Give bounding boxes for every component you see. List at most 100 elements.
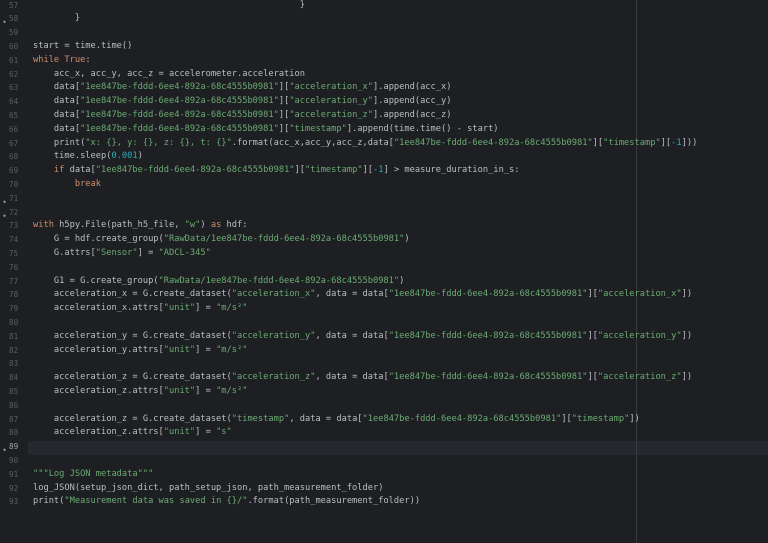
code-token: log_JSON(setup_json_dict, path_setup_jso…: [33, 482, 384, 493]
code-token: ): [399, 275, 405, 286]
code-token: G = hdf.create_group(: [33, 234, 164, 245]
code-line[interactable]: time.sleep(0.001): [33, 150, 143, 164]
code-token: ][: [561, 413, 572, 424]
code-line[interactable]: acceleration_y.attrs["unit"] = "m/s²": [33, 344, 248, 358]
code-line[interactable]: acceleration_z = G.create_dataset("accel…: [33, 371, 692, 385]
line-number[interactable]: 80: [0, 316, 31, 330]
code-line[interactable]: G = hdf.create_group("RawData/1ee847be-f…: [33, 233, 410, 247]
fold-marker-icon[interactable]: ◆: [3, 199, 8, 205]
line-number[interactable]: 79: [0, 302, 31, 316]
code-line[interactable]: acceleration_z = G.create_dataset( "times…: [33, 413, 640, 427]
code-token: ): [200, 220, 211, 231]
line-number[interactable]: 88: [0, 426, 31, 440]
code-token: ].append(time.time() - start): [346, 123, 499, 134]
line-number[interactable]: 85: [0, 385, 31, 399]
line-number[interactable]: 60: [0, 40, 31, 54]
code-line[interactable]: print("Measurement data was saved in {}/…: [33, 495, 420, 509]
code-editor[interactable]: 57 58 ◆ 59 60 61 62 63 64 65 66 67 68 69 70 71 ◆ 72 ◆ 73 74 7…: [0, 0, 768, 543]
line-number[interactable]: 66: [0, 123, 31, 137]
keyword-token: True: [64, 54, 86, 65]
line-number[interactable]: 91: [0, 468, 31, 482]
line-number[interactable]: 68: [0, 150, 31, 164]
string-token: "1ee847be-fddd-6ee4-892a-68c4555b0981": [80, 109, 279, 120]
number-token: -1: [373, 165, 384, 176]
code-line[interactable]: acceleration_x.attrs["unit"] = "m/s²": [33, 302, 248, 316]
string-token: "RawData/1ee847be-fddd-6ee4-892a-68c4555…: [163, 234, 405, 245]
line-number[interactable]: 92: [0, 482, 31, 496]
line-number-gutter[interactable]: 57 58 ◆ 59 60 61 62 63 64 65 66 67 68 69 70 71 ◆ 72 ◆ 73 74 7…: [0, 0, 28, 543]
code-line[interactable]: acc_x, acc_y, acc_z = accelerometer.acce…: [33, 68, 305, 82]
string-token: "acceleration_x": [289, 82, 373, 93]
code-token: ][: [278, 109, 290, 120]
keyword-token: if: [53, 165, 65, 176]
code-token: ] =: [195, 344, 217, 355]
line-number[interactable]: 69: [0, 164, 31, 178]
fold-marker-icon[interactable]: ◆: [3, 19, 8, 25]
line-number[interactable]: 76: [0, 261, 31, 275]
line-number[interactable]: 90: [0, 454, 31, 468]
line-number[interactable]: 81: [0, 330, 31, 344]
code-line[interactable]: data["1ee847be-fddd-6ee4-892a-68c4555b09…: [33, 123, 499, 137]
line-number[interactable]: 62: [0, 68, 31, 82]
line-number[interactable]: 78: [0, 288, 31, 302]
code-line[interactable]: G.attrs["Sensor"] = "ADCL-345": [33, 247, 211, 261]
code-line[interactable]: while True:: [33, 54, 91, 68]
keyword-token: break: [74, 178, 101, 189]
line-number[interactable]: 87: [0, 413, 31, 427]
string-token: "Sensor": [95, 247, 138, 258]
code-token: data[: [33, 109, 81, 120]
line-number[interactable]: 84: [0, 371, 31, 385]
line-number[interactable]: 82: [0, 344, 31, 358]
code-line[interactable]: data["1ee847be-fddd-6ee4-892a-68c4555b09…: [33, 95, 452, 109]
code-area[interactable]: } } start = time.time() while True: acc_x,…: [33, 0, 768, 543]
fold-marker-icon[interactable]: ◆: [3, 447, 8, 453]
code-line[interactable]: data["1ee847be-fddd-6ee4-892a-68c4555b09…: [33, 109, 452, 123]
code-line[interactable]: if data["1ee847be-fddd-6ee4-892a-68c4555…: [33, 164, 520, 178]
line-number[interactable]: 73: [0, 219, 31, 233]
code-line[interactable]: acceleration_z.attrs["unit"] = "m/s²": [33, 385, 248, 399]
code-line[interactable]: data["1ee847be-fddd-6ee4-892a-68c4555b09…: [33, 81, 452, 95]
code-line[interactable]: break: [33, 178, 101, 192]
code-token: ][: [587, 330, 598, 341]
code-token: ] > measure_duration_in_s:: [383, 165, 520, 176]
code-token: hdf:: [221, 220, 248, 231]
line-number[interactable]: 67: [0, 137, 31, 151]
code-line[interactable]: }: [33, 12, 80, 26]
line-number[interactable]: 77: [0, 275, 31, 289]
fold-marker-icon[interactable]: ◆: [3, 213, 8, 219]
line-number[interactable]: 57: [0, 0, 31, 12]
line-number[interactable]: 61: [0, 54, 31, 68]
code-line[interactable]: with h5py.File(path_h5_file, "w") as hdf…: [33, 219, 247, 233]
string-token: "acceleration_z": [597, 372, 682, 383]
line-number[interactable]: 65: [0, 109, 31, 123]
code-line[interactable]: acceleration_y = G.create_dataset("accel…: [33, 330, 692, 344]
code-line[interactable]: acceleration_x = G.create_dataset("accel…: [33, 288, 692, 302]
line-number[interactable]: 64: [0, 95, 31, 109]
code-line[interactable]: """Log JSON metadata""": [33, 468, 153, 482]
line-number[interactable]: 74: [0, 233, 31, 247]
code-line[interactable]: start = time.time(): [33, 40, 132, 54]
line-number[interactable]: 59: [0, 26, 31, 40]
string-token: "timestamp": [571, 413, 630, 424]
code-token: print(: [33, 137, 86, 148]
code-line[interactable]: }: [33, 0, 305, 12]
code-line[interactable]: G1 = G.create_group("RawData/1ee847be-fd…: [33, 275, 404, 289]
line-number[interactable]: 86: [0, 399, 31, 413]
code-token: , data = data[: [315, 289, 389, 300]
line-number[interactable]: 93: [0, 495, 31, 509]
code-line[interactable]: acceleration_z.attrs["unit"] = "s": [33, 426, 232, 440]
code-token: ])): [681, 137, 698, 148]
line-number[interactable]: 75: [0, 247, 31, 261]
code-line[interactable]: print("x: {}, y: {}, z: {}, t: {}".forma…: [33, 137, 697, 151]
string-token: "m/s²": [216, 385, 248, 396]
code-token: .format(acc_x,acc_y,acc_z,data[: [231, 137, 394, 148]
code-line[interactable]: log_JSON(setup_json_dict, path_setup_jso…: [33, 482, 383, 496]
line-number[interactable]: 83: [0, 357, 31, 371]
line-number[interactable]: 70: [0, 178, 31, 192]
line-number[interactable]: 63: [0, 81, 31, 95]
keyword-token: while: [33, 54, 60, 65]
code-token: acceleration_z = G.create_dataset(: [33, 413, 232, 424]
code-token: G1 = G.create_group(: [33, 275, 159, 286]
